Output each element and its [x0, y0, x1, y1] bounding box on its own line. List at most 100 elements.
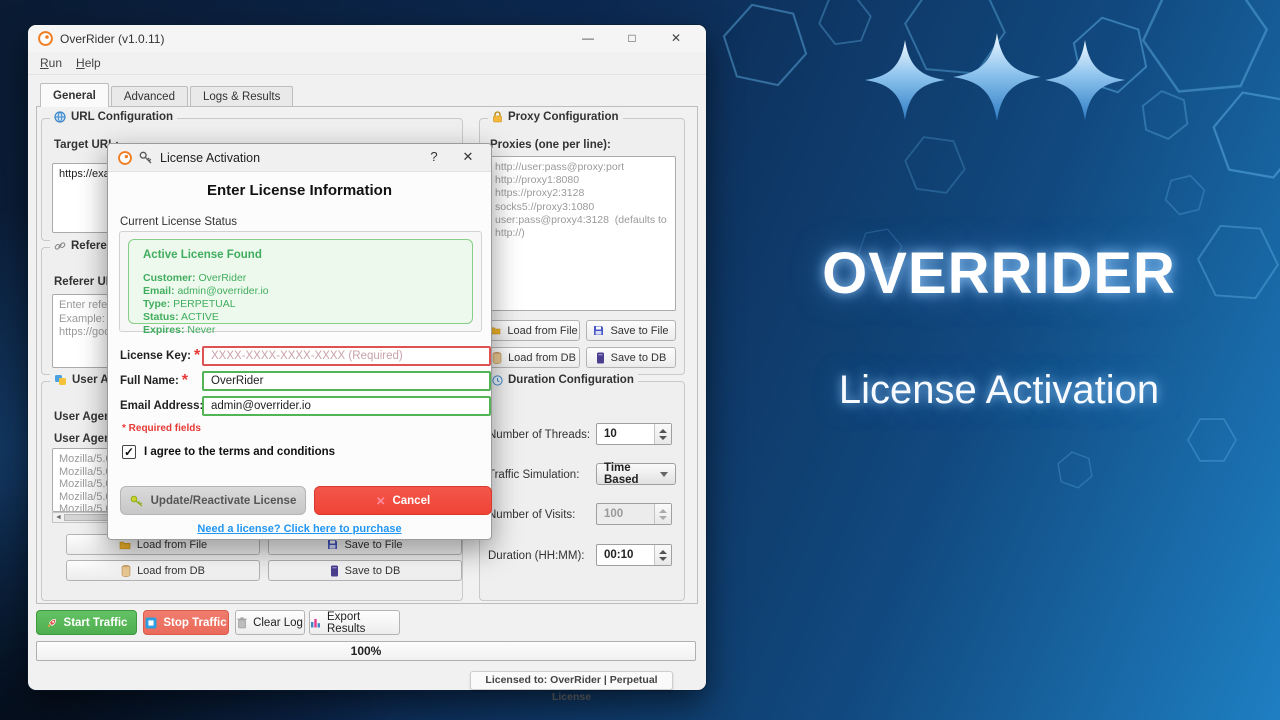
update-license-button[interactable]: Update/Reactivate License: [120, 486, 306, 515]
spinner-down-icon[interactable]: [659, 556, 667, 561]
proxy-save-file-button[interactable]: Save to File: [586, 320, 676, 341]
traffic-simulation-label: Traffic Simulation:: [488, 469, 580, 481]
help-button[interactable]: ?: [425, 149, 443, 164]
app-icon: [118, 150, 132, 165]
promo-title: OVERRIDER: [822, 241, 1176, 306]
lock-icon: [493, 111, 502, 123]
rocket-icon: [47, 618, 56, 627]
license-field-email: Email: admin@overrider.io: [143, 285, 269, 297]
license-status-headline: Active License Found: [143, 249, 262, 261]
menu-help[interactable]: Help: [76, 56, 101, 70]
proxies-label: Proxies (one per line):: [490, 139, 611, 151]
tab-bar: General Advanced Logs & Results: [40, 83, 295, 107]
sparkle-diamond: [865, 40, 945, 120]
close-button[interactable]: ✕: [666, 29, 686, 47]
current-license-status-label: Current License Status: [120, 216, 237, 228]
key-icon: [139, 151, 152, 164]
promo-subtitle: License Activation: [838, 368, 1160, 412]
stop-traffic-button[interactable]: Stop Traffic: [143, 610, 229, 635]
bar-chart-icon: [311, 619, 320, 628]
license-key-row: License Key: *: [120, 347, 201, 364]
progress-bar: 100%: [36, 641, 696, 661]
menu-run[interactable]: Run: [40, 56, 62, 70]
spinner-down-icon: [659, 515, 667, 520]
license-key-input[interactable]: XXXX-XXXX-XXXX-XXXX (Required): [202, 346, 491, 366]
cancel-button[interactable]: ✕ Cancel: [314, 486, 492, 515]
required-fields-note: * Required fields: [122, 423, 201, 434]
minimize-button[interactable]: —: [578, 29, 598, 47]
sparkle-diamond: [1045, 40, 1125, 120]
proxy-load-db-button[interactable]: Load from DB: [488, 347, 580, 368]
clear-log-button[interactable]: Clear Log: [235, 610, 305, 635]
active-license-box: Active License Found Customer: OverRider…: [128, 239, 473, 336]
threads-spinner[interactable]: 10: [596, 423, 672, 445]
key-icon: [130, 495, 143, 507]
duration-spinner[interactable]: 00:10: [596, 544, 672, 566]
floppy-icon: [328, 540, 338, 549]
stage: OVERRIDER License Activation OverRider (…: [0, 0, 1280, 720]
database-icon: [492, 351, 502, 364]
visits-spinner: 100: [596, 503, 672, 525]
terms-checkbox[interactable]: ✓: [122, 445, 136, 459]
email-input[interactable]: admin@overrider.io: [202, 396, 491, 416]
dialog-close-button[interactable]: ✕: [459, 149, 477, 165]
start-traffic-button[interactable]: Start Traffic: [36, 610, 137, 635]
dialog-title: License Activation: [160, 150, 261, 165]
title-bar: OverRider (v1.0.11) — □ ✕: [28, 25, 706, 52]
proxy-save-db-button[interactable]: Save to DB: [586, 347, 676, 368]
duration-configuration-group: Duration Configuration Number of Threads…: [479, 374, 685, 601]
stop-icon: [145, 617, 157, 628]
license-field-customer: Customer: OverRider: [143, 272, 247, 284]
group-title: Proxy Configuration: [508, 111, 619, 123]
trash-icon: [237, 616, 247, 628]
user-agent-icon: [55, 375, 66, 385]
spinner-down-icon[interactable]: [659, 435, 667, 440]
full-name-input[interactable]: OverRider: [202, 371, 491, 391]
clock-icon: [492, 374, 503, 386]
terms-label: I agree to the terms and conditions: [144, 446, 336, 458]
export-results-button[interactable]: Export Results: [309, 610, 400, 635]
scroll-left-icon[interactable]: ◄: [53, 514, 64, 521]
maximize-button[interactable]: □: [622, 29, 642, 47]
terms-agree-row: ✓ I agree to the terms and conditions: [122, 445, 335, 459]
spinner-up-icon: [659, 508, 667, 513]
spinner-up-icon[interactable]: [659, 428, 667, 433]
threads-label: Number of Threads:: [488, 429, 591, 441]
full-name-row: Full Name: *: [120, 372, 189, 389]
license-status-groupbox: Active License Found Customer: OverRider…: [119, 231, 482, 336]
purchase-license-link[interactable]: Need a license? Click here to purchase: [108, 523, 491, 535]
visits-label: Number of Visits:: [488, 509, 576, 521]
duration-label: Duration (HH:MM):: [488, 550, 585, 562]
database-icon: [330, 565, 338, 576]
app-icon: [38, 31, 53, 46]
group-title: Duration Configuration: [508, 374, 634, 386]
license-field-type: Type: PERPETUAL: [143, 298, 236, 310]
dialog-title-bar: License Activation ? ✕: [108, 144, 491, 172]
sparkle-diamond: [953, 33, 1041, 121]
database-icon: [596, 352, 604, 363]
chevron-down-icon: [660, 471, 668, 477]
link-icon: [54, 242, 66, 250]
license-status-bar: Licensed to: OverRider | Perpetual Licen…: [470, 671, 673, 703]
window-title: OverRider (v1.0.11): [60, 31, 165, 46]
ua-load-db-button[interactable]: Load from DB: [66, 560, 260, 581]
email-row: Email Address:*: [120, 397, 213, 414]
license-field-status: Status: ACTIVE: [143, 311, 219, 323]
database-icon: [121, 564, 131, 577]
floppy-icon: [594, 326, 604, 335]
tab-general[interactable]: General: [40, 83, 109, 107]
proxy-load-file-button[interactable]: Load from File: [488, 320, 580, 341]
license-activation-dialog: License Activation ? ✕ Enter License Inf…: [107, 143, 492, 540]
spinner-up-icon[interactable]: [659, 549, 667, 554]
menu-bar: Run Help: [28, 52, 706, 75]
tab-advanced[interactable]: Advanced: [110, 86, 188, 107]
folder-icon: [119, 541, 131, 549]
tab-logs-results[interactable]: Logs & Results: [189, 86, 294, 107]
group-title: URL Configuration: [71, 111, 173, 123]
dialog-heading: Enter License Information: [206, 182, 393, 199]
globe-icon: [54, 111, 66, 123]
x-icon: ✕: [375, 495, 386, 508]
ua-save-db-button[interactable]: Save to DB: [268, 560, 462, 581]
proxies-input[interactable]: http://user:pass@proxy:port http://proxy…: [488, 156, 676, 311]
traffic-simulation-select[interactable]: Time Based: [596, 462, 676, 486]
